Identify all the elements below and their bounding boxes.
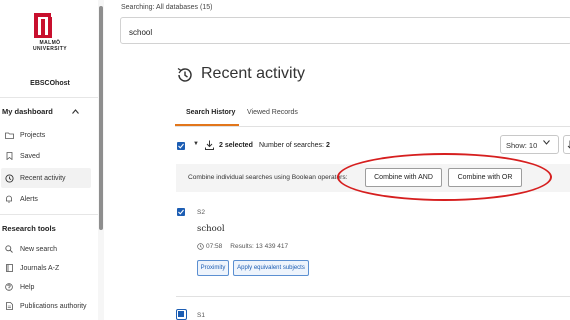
search-checkbox-s2[interactable] <box>177 208 185 216</box>
tab-search-history[interactable]: Search History <box>186 109 235 116</box>
sidebar-item-label: Projects <box>20 131 46 139</box>
show-value: Show: 10 <box>506 141 538 150</box>
show-per-page-select[interactable]: Show: 10 <box>500 135 559 154</box>
chevron-down-icon <box>543 140 550 147</box>
boolean-label: Combine individual searches using Boolea… <box>188 174 348 181</box>
chevron-up-icon[interactable] <box>72 109 79 116</box>
divider <box>176 296 570 297</box>
sidebar-item-saved[interactable]: Saved <box>1 146 91 166</box>
searching-label: Searching: <box>121 4 155 11</box>
checkbox-fill <box>178 311 184 317</box>
search-id: S2 <box>197 209 205 216</box>
selected-count-value: 2 selected <box>219 142 253 149</box>
dashboard-heading[interactable]: My dashboard <box>2 107 53 116</box>
sidebar-item-journals[interactable]: Journals A-Z <box>1 258 91 278</box>
journal-icon <box>2 264 16 272</box>
history-icon <box>177 67 192 82</box>
download-icon[interactable] <box>205 140 214 150</box>
bookmark-icon <box>2 152 16 160</box>
search-icon <box>2 245 16 253</box>
sidebar-item-label: Publications authority <box>20 302 87 310</box>
sidebar-item-label: New search <box>20 245 57 253</box>
sort-button[interactable] <box>563 135 570 154</box>
search-checkbox-s1[interactable] <box>176 309 187 320</box>
search-meta: 07:58 Results: 13 439 417 <box>197 243 288 250</box>
sidebar-item-recent-activity[interactable]: Recent activity <box>1 168 91 188</box>
sidebar-item-label: Saved <box>20 152 40 160</box>
sidebar-item-label: Alerts <box>20 195 38 203</box>
sidebar-item-projects[interactable]: Projects <box>1 125 91 145</box>
clock-icon <box>197 243 204 250</box>
sidebar-scrollbar-thumb[interactable] <box>99 6 103 230</box>
select-all-checkbox[interactable] <box>177 142 185 150</box>
help-icon <box>2 283 16 291</box>
num-searches-label: Number of searches: <box>259 142 324 149</box>
research-tools-heading: Research tools <box>2 224 56 233</box>
bell-icon <box>2 195 16 203</box>
ebsco-label: EBSCOhost <box>30 80 70 87</box>
university-name-line-2: UNIVERSITY <box>32 46 67 52</box>
folder-icon <box>2 132 16 139</box>
selected-count: 2 selected <box>219 142 253 149</box>
search-time: 07:58 <box>206 243 223 250</box>
searching-databases[interactable]: Searching: All databases (15) <box>121 4 212 11</box>
sidebar-item-new-search[interactable]: New search <box>1 239 91 259</box>
chip-proximity[interactable]: Proximity <box>197 260 229 276</box>
sidebar-item-publications-authority[interactable]: Publications authority <box>1 296 91 316</box>
tab-viewed-records[interactable]: Viewed Records <box>247 109 298 116</box>
university-name: MALMÖ UNIVERSITY <box>0 40 100 52</box>
app-root: MALMÖ UNIVERSITY EBSCOhost My dashboard … <box>0 0 570 320</box>
sidebar: MALMÖ UNIVERSITY EBSCOhost My dashboard … <box>0 0 101 320</box>
search-results: Results: 13 439 417 <box>230 243 289 250</box>
search-query-link[interactable]: school <box>197 224 225 234</box>
page-title: Recent activity <box>201 65 306 82</box>
chip-apply-equivalent-subjects[interactable]: Apply equivalent subjects <box>233 260 309 276</box>
divider <box>175 126 570 127</box>
select-dropdown-icon[interactable]: ▼ <box>193 141 199 147</box>
sidebar-item-label: Recent activity <box>20 174 66 182</box>
divider <box>0 214 101 215</box>
search-input[interactable]: school <box>120 17 570 44</box>
history-icon <box>2 173 16 183</box>
red-highlight-annotation <box>337 153 552 201</box>
sidebar-item-help[interactable]: Help <box>1 277 91 297</box>
sidebar-item-label: Help <box>20 283 35 291</box>
divider <box>0 97 101 98</box>
sidebar-item-alerts[interactable]: Alerts <box>1 189 91 209</box>
document-icon <box>2 302 16 310</box>
sidebar-item-label: Journals A-Z <box>20 264 60 272</box>
databases-value: All databases (15) <box>156 4 213 11</box>
num-searches-value: 2 <box>325 142 330 149</box>
search-id: S1 <box>197 312 205 319</box>
number-of-searches: Number of searches: 2 <box>259 142 330 149</box>
